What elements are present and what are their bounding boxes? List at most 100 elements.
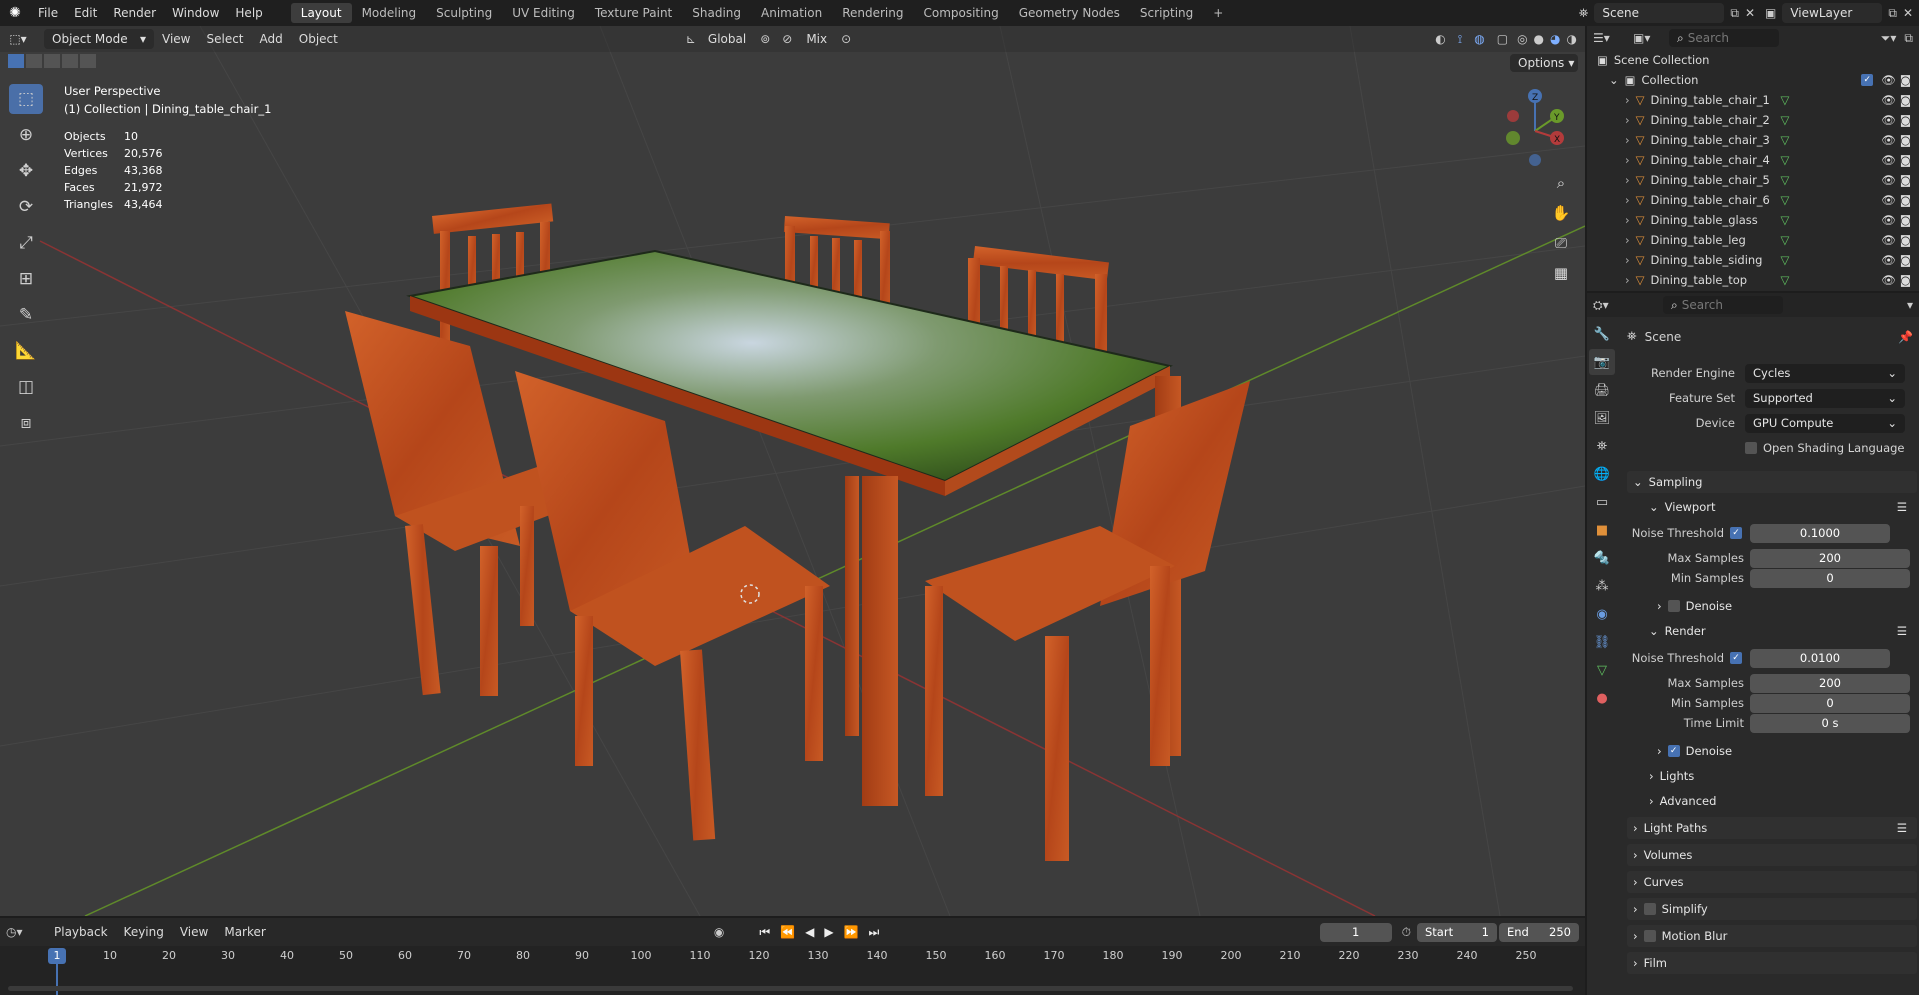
collection-enable-checkbox[interactable]: ✓: [1861, 74, 1874, 86]
eye-icon[interactable]: 👁: [1881, 193, 1896, 207]
viewport-denoise-subsection[interactable]: › Denoise: [1651, 595, 1917, 617]
world-tab-icon[interactable]: 🌐: [1589, 461, 1615, 487]
outliner-item[interactable]: › ▽ Dining_table_siding ▽ 👁 ◙: [1587, 250, 1919, 270]
viewport-noise-checkbox[interactable]: ✓: [1730, 527, 1742, 539]
simplify-section[interactable]: › Simplify: [1627, 898, 1917, 920]
timeline-menu-view[interactable]: View: [172, 923, 216, 941]
viewport-menu-view[interactable]: View: [154, 30, 198, 48]
workspace-tab-texture-paint[interactable]: Texture Paint: [585, 3, 682, 23]
editor-type-icon[interactable]: ⬚▾: [0, 32, 36, 46]
timeline-menu-playback[interactable]: Playback: [46, 923, 116, 941]
workspace-tab-modeling[interactable]: Modeling: [352, 3, 427, 23]
menu-help[interactable]: Help: [227, 6, 270, 20]
collection-tab-icon[interactable]: ▭: [1589, 489, 1615, 515]
advanced-subsection[interactable]: › Advanced: [1643, 790, 1917, 812]
render-min-samples-field[interactable]: 0: [1750, 693, 1910, 713]
options-dropdown[interactable]: Options ▾: [1510, 54, 1578, 72]
outliner-item[interactable]: › ▽ Dining_table_chair_1 ▽ 👁 ◙: [1587, 90, 1919, 110]
jump-keyframe-forward-icon[interactable]: ⏩: [844, 925, 859, 939]
list-icon[interactable]: ☰: [1897, 500, 1907, 514]
transform-tool-icon[interactable]: ⊞: [9, 264, 43, 294]
data-tab-icon[interactable]: ▽: [1589, 657, 1615, 683]
eye-icon[interactable]: 👁: [1881, 173, 1896, 187]
render-max-samples-field[interactable]: 200: [1750, 673, 1910, 693]
render-denoise-checkbox[interactable]: ✓: [1667, 745, 1680, 757]
expand-down-icon[interactable]: ⌄: [1609, 73, 1619, 87]
stopwatch-icon[interactable]: ⏱: [1402, 925, 1411, 940]
end-frame-field[interactable]: End 250: [1499, 922, 1579, 942]
workspace-tab-compositing[interactable]: Compositing: [913, 3, 1008, 23]
add-workspace-button[interactable]: +: [1203, 3, 1233, 23]
menu-file[interactable]: File: [30, 6, 66, 20]
modifier-tab-icon[interactable]: 🔩: [1589, 545, 1615, 571]
properties-editor-icon[interactable]: ⛭▾: [1593, 298, 1663, 313]
new-collection-icon[interactable]: ⧉: [1904, 31, 1913, 46]
viewport-subsection-header[interactable]: ⌄ Viewport ☰: [1643, 496, 1917, 518]
camera-icon[interactable]: ◙: [1900, 133, 1911, 147]
constraints-tab-icon[interactable]: ⛓: [1589, 629, 1615, 655]
eye-icon[interactable]: 👁: [1881, 133, 1896, 147]
visibility-icon[interactable]: ◐: [1435, 32, 1445, 46]
workspace-tab-shading[interactable]: Shading: [682, 3, 751, 23]
expand-right-icon[interactable]: ›: [1625, 113, 1630, 127]
gizmo-icon[interactable]: ⟟: [1458, 32, 1462, 47]
snap-icon[interactable]: ⊘: [782, 32, 792, 46]
select-intersect-icon[interactable]: [80, 54, 96, 68]
view-layer-tab-icon[interactable]: 🖼: [1589, 405, 1615, 431]
expand-right-icon[interactable]: ›: [1625, 213, 1630, 227]
view-layer-selector[interactable]: ViewLayer: [1782, 3, 1883, 23]
outliner-search-input[interactable]: ⌕ Search: [1669, 29, 1779, 47]
viewport-denoise-checkbox[interactable]: [1667, 600, 1680, 612]
current-frame-field[interactable]: 1: [1319, 922, 1392, 942]
workspace-tab-layout[interactable]: Layout: [290, 3, 352, 23]
outliner-item[interactable]: › ▽ Dining_table_glass ▽ 👁 ◙: [1587, 210, 1919, 230]
camera-icon[interactable]: ◙: [1900, 253, 1911, 267]
render-engine-dropdown[interactable]: Cycles ⌄: [1745, 363, 1905, 383]
new-scene-icon[interactable]: ⧉: [1730, 6, 1739, 21]
motion-blur-section[interactable]: › Motion Blur: [1627, 925, 1917, 947]
eye-icon[interactable]: 👁: [1881, 213, 1896, 227]
shading-wireframe-icon[interactable]: ◎: [1517, 32, 1527, 46]
camera-icon[interactable]: ◙: [1900, 73, 1911, 87]
navigation-gizmo[interactable]: Z Y X: [1495, 86, 1575, 166]
overlays-icon[interactable]: ◍: [1474, 32, 1484, 46]
list-icon[interactable]: ☰: [1897, 821, 1907, 835]
scale-tool-icon[interactable]: ⤢: [9, 228, 43, 258]
render-noise-checkbox[interactable]: ✓: [1730, 652, 1742, 664]
outliner-item[interactable]: › ▽ Dining_table_chair_4 ▽ 👁 ◙: [1587, 150, 1919, 170]
render-noise-threshold-field[interactable]: 0.0100: [1750, 648, 1890, 668]
workspace-tab-geometry-nodes[interactable]: Geometry Nodes: [1009, 3, 1130, 23]
chevron-down-icon[interactable]: ▾: [1907, 298, 1913, 312]
play-reverse-icon[interactable]: ◀: [805, 925, 814, 939]
outliner-item[interactable]: › ▽ Dining_table_chair_2 ▽ 👁 ◙: [1587, 110, 1919, 130]
viewport-min-samples-field[interactable]: 0: [1750, 568, 1910, 588]
timeline-scrollbar[interactable]: [8, 986, 1573, 991]
outliner-item[interactable]: › ▽ Dining_table_leg ▽ 👁 ◙: [1587, 230, 1919, 250]
eye-icon[interactable]: 👁: [1881, 113, 1896, 127]
eye-icon[interactable]: 👁: [1881, 93, 1896, 107]
new-view-layer-icon[interactable]: ⧉: [1888, 6, 1897, 21]
expand-right-icon[interactable]: ›: [1625, 253, 1630, 267]
camera-icon[interactable]: ◙: [1900, 193, 1911, 207]
expand-right-icon[interactable]: ›: [1625, 173, 1630, 187]
light-paths-section[interactable]: › Light Paths ☰: [1627, 817, 1917, 839]
filter-icon[interactable]: ⏷▾: [1881, 31, 1897, 46]
viewport-menu-select[interactable]: Select: [198, 30, 251, 48]
expand-right-icon[interactable]: ›: [1625, 93, 1630, 107]
particles-tab-icon[interactable]: ⁂: [1589, 573, 1615, 599]
timeline-menu-keying[interactable]: Keying: [116, 923, 172, 941]
select-invert-icon[interactable]: [62, 54, 78, 68]
remove-view-layer-icon[interactable]: ✕: [1903, 6, 1913, 20]
viewport-noise-threshold-field[interactable]: 0.1000: [1750, 523, 1890, 543]
eye-icon[interactable]: 👁: [1881, 233, 1896, 247]
annotate-tool-icon[interactable]: ✎: [9, 300, 43, 330]
timeline-editor-icon[interactable]: ◷▾: [6, 925, 46, 939]
object-tab-icon[interactable]: ■: [1589, 517, 1615, 543]
scene-collection-row[interactable]: ▣ Scene Collection: [1587, 50, 1919, 70]
lights-subsection[interactable]: › Lights: [1643, 765, 1917, 787]
move-tool-icon[interactable]: ✥: [9, 156, 43, 186]
camera-view-icon[interactable]: ⎚: [1548, 228, 1574, 258]
menu-edit[interactable]: Edit: [66, 6, 105, 20]
viewport-max-samples-field[interactable]: 200: [1750, 548, 1910, 568]
properties-search-input[interactable]: ⌕ Search: [1663, 296, 1783, 314]
